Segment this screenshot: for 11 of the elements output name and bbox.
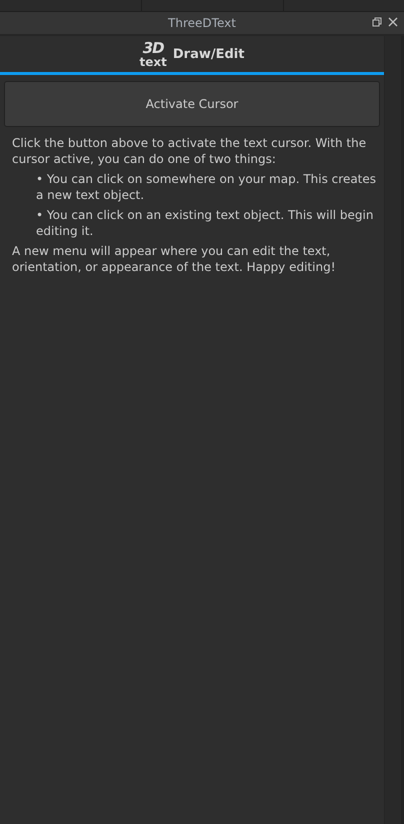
- bullet-text: • You can click on an existing text object. This will begin editing it.: [36, 207, 374, 239]
- bullet-text: • You can click on somewhere on your map. This creates a new text object.: [36, 171, 376, 203]
- logo: 3D text: [140, 40, 167, 68]
- scrollbar-track[interactable]: [384, 36, 404, 824]
- panel-title: Draw/Edit: [172, 46, 244, 62]
- activate-cursor-button[interactable]: Activate Cursor: [4, 81, 380, 127]
- restore-icon[interactable]: [372, 17, 382, 27]
- window-title: ThreeDText: [168, 16, 236, 30]
- instructions-text: Click the button above to activate the text cursor. With the cursor active, you can do one of two things:: [12, 135, 368, 167]
- instructions-text: A new menu will appear where you can edit the text, orientation, or appearance of the text. Happy editing!: [12, 243, 337, 275]
- close-icon[interactable]: [388, 17, 398, 27]
